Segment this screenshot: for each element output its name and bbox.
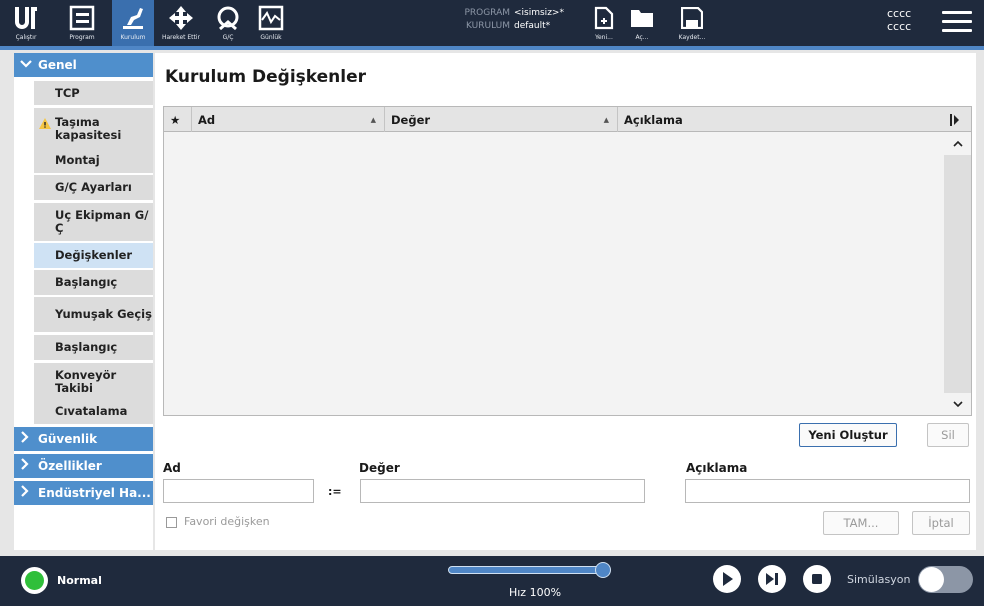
sidebar-section-genel[interactable]: Genel (14, 53, 153, 77)
sidebar-item-screwdriving[interactable]: Cıvatalama (34, 399, 153, 424)
sidebar-section-features[interactable]: Özellikler (14, 454, 153, 478)
sidebar-item-tool-io[interactable]: Uç Ekipman G/Ç (34, 203, 153, 241)
delete-button[interactable]: Sil (927, 423, 969, 447)
save-button[interactable]: Kaydet... (672, 0, 712, 46)
robot-status-icon[interactable] (21, 567, 48, 594)
favorite-checkbox-label: Favori değişken (184, 515, 270, 528)
favorite-column-header[interactable]: ★ (164, 107, 192, 132)
create-new-button[interactable]: Yeni Oluştur (799, 423, 897, 447)
simulation-toggle-knob[interactable] (919, 567, 944, 592)
sidebar-section-safety[interactable]: Güvenlik (14, 427, 153, 451)
value-input[interactable] (360, 479, 645, 503)
sidebar-item-startup[interactable]: Başlangıç (34, 270, 153, 295)
step-icon (766, 573, 778, 585)
new-file-button[interactable]: Yeni... (586, 0, 622, 46)
speed-label: Hız 100% (508, 586, 562, 599)
assign-operator: := (328, 485, 342, 498)
simulation-label: Simülasyon (847, 573, 911, 586)
sidebar: Genel TCP Taşıma kapasitesi Montaj G/Ç A… (14, 53, 153, 550)
name-column-header[interactable]: Ad ▲ (192, 107, 385, 132)
ok-button[interactable]: TAM... (823, 511, 899, 535)
play-button[interactable] (713, 565, 741, 593)
table-header: ★ Ad ▲ Değer ▲ Açıklama (164, 107, 971, 132)
sidebar-item-mounting[interactable]: Montaj (34, 148, 153, 173)
chevron-down-icon (20, 58, 32, 73)
speed-slider-handle[interactable] (595, 562, 611, 578)
new-file-icon (586, 4, 622, 32)
description-input[interactable] (685, 479, 970, 503)
warning-icon (39, 118, 51, 129)
hamburger-menu-icon[interactable] (942, 11, 972, 33)
io-icon (208, 4, 248, 32)
chevron-right-icon (20, 431, 32, 447)
description-field-label: Açıklama (686, 461, 748, 475)
column-toggle-icon[interactable] (944, 107, 971, 132)
robot-status-text: Normal (57, 574, 102, 587)
installation-icon (112, 4, 154, 32)
table-scrollbar[interactable] (944, 133, 971, 415)
scroll-down-icon[interactable] (944, 393, 971, 415)
save-icon (672, 4, 712, 32)
stop-icon (812, 574, 822, 584)
name-field-label: Ad (163, 461, 181, 475)
open-folder-icon (624, 4, 660, 32)
sidebar-item-io-setup[interactable]: G/Ç Ayarları (34, 175, 153, 200)
sidebar-item-home[interactable]: Başlangıç (34, 335, 153, 360)
sidebar-item-smooth-transition[interactable]: Yumuşak Geçiş (34, 297, 153, 332)
nav-log[interactable]: Günlük (248, 0, 294, 46)
sidebar-item-payload[interactable]: Taşıma kapasitesi (34, 108, 153, 150)
sort-up-icon: ▲ (370, 115, 376, 124)
program-icon (52, 4, 112, 32)
speed-slider[interactable] (448, 566, 608, 574)
cancel-button[interactable]: İptal (912, 511, 970, 535)
description-column-header[interactable]: Açıklama (618, 107, 944, 132)
nav-installation[interactable]: Kurulum (112, 0, 154, 46)
name-input[interactable] (163, 479, 314, 503)
nav-program[interactable]: Program (52, 0, 112, 46)
nav-move[interactable]: Hareket Ettir (154, 0, 208, 46)
top-bar: Çalıştır Program Kurulum Hareket Ettir G… (0, 0, 984, 46)
move-icon (154, 4, 208, 32)
scroll-up-icon[interactable] (944, 133, 971, 155)
stop-button[interactable] (803, 565, 831, 593)
installation-name: default* (514, 21, 551, 31)
star-icon: ★ (170, 112, 181, 127)
sort-up-icon: ▲ (603, 115, 609, 124)
page-title: Kurulum Değişkenler (165, 67, 367, 87)
log-icon (248, 4, 294, 32)
open-button[interactable]: Aç... (624, 0, 660, 46)
value-field-label: Değer (359, 461, 400, 475)
user-info: cccc cccc (887, 7, 912, 33)
nav-run[interactable]: Çalıştır (0, 0, 52, 46)
sidebar-item-conveyor[interactable]: Konveyör Takibi (34, 363, 153, 401)
program-name: <isimsiz>* (514, 8, 564, 18)
topbar-accent-line (0, 46, 984, 50)
main-panel: Kurulum Değişkenler ★ Ad ▲ Değer ▲ Açıkl… (155, 53, 976, 550)
chevron-right-icon (20, 485, 32, 501)
value-column-header[interactable]: Değer ▲ (385, 107, 618, 132)
play-icon (723, 572, 733, 586)
step-button[interactable] (758, 565, 786, 593)
sidebar-item-tcp[interactable]: TCP (34, 81, 153, 105)
variables-table: ★ Ad ▲ Değer ▲ Açıklama (163, 106, 972, 416)
program-info: PROGRAM <isimsiz>* KURULUM default* (464, 8, 564, 31)
chevron-right-icon (20, 458, 32, 474)
favorite-checkbox[interactable] (166, 517, 177, 528)
ur-logo-icon (0, 4, 52, 32)
nav-io[interactable]: G/Ç (208, 0, 248, 46)
sidebar-section-fieldbus[interactable]: Endüstriyel Ha... (14, 481, 153, 505)
sidebar-item-variables[interactable]: Değişkenler (34, 243, 153, 268)
